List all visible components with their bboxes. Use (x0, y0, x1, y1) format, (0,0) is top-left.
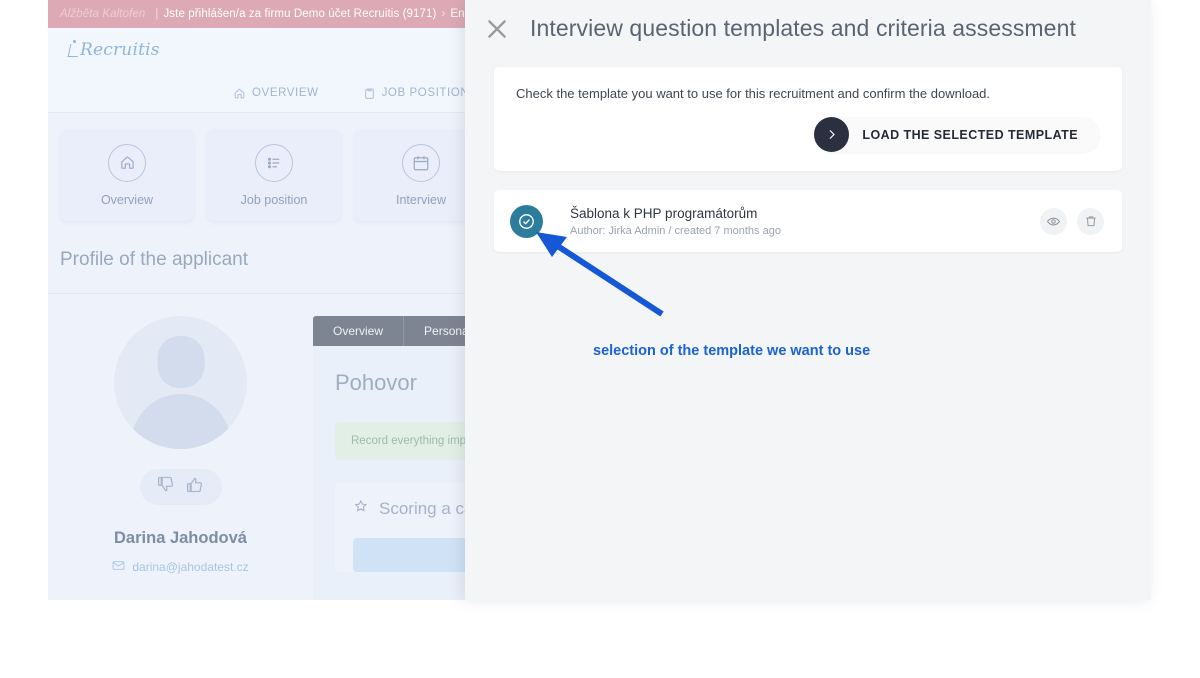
instruction-card: Check the template you want to use for t… (494, 67, 1122, 171)
clipboard-icon (363, 87, 376, 100)
home-icon (108, 143, 146, 182)
nav-item-overview[interactable]: OVERVIEW (233, 86, 319, 100)
avatar-body (130, 394, 231, 449)
tile-job-position[interactable]: Job position (207, 129, 341, 221)
envelope-icon (112, 559, 125, 575)
applicant-email-text: darina@jahodatest.cz (132, 560, 249, 574)
applicant-name: Darina Jahodová (114, 529, 247, 547)
close-icon[interactable] (482, 14, 512, 44)
tile-overview-label: Overview (100, 192, 154, 207)
overlay-body: Check the template you want to use for t… (465, 57, 1151, 252)
app-logo-text: Recruitis (80, 40, 160, 60)
load-selected-template-button[interactable]: LOAD THE SELECTED TEMPLATE (814, 117, 1100, 152)
rating-controls (139, 469, 222, 505)
topbar-username: Alžběta Kaltofen (60, 8, 146, 20)
instruction-text: Check the template you want to use for t… (516, 86, 991, 101)
template-info: Šablona k PHP programátorům Author: Jirk… (570, 206, 1040, 237)
check-circle-icon[interactable] (510, 204, 543, 238)
avatar-head (157, 336, 204, 388)
template-overlay-panel: Interview question templates and criteri… (465, 0, 1151, 600)
annotation-label: selection of the template we want to use (593, 343, 871, 359)
home-icon (233, 87, 246, 100)
overlay-header: Interview question templates and criteri… (465, 0, 1151, 57)
nav-item-overview-label: OVERVIEW (252, 87, 319, 99)
template-name: Šablona k PHP programátorům (570, 205, 758, 221)
profile-left-column: Darina Jahodová darina@jahodatest.cz (48, 316, 313, 600)
tile-interview-label: Interview (395, 192, 447, 207)
calendar-icon (402, 143, 440, 182)
thumbs-up-icon[interactable] (185, 474, 206, 500)
recruitis-logo-icon (68, 40, 79, 57)
tile-overview[interactable]: Overview (60, 129, 194, 221)
topbar-separator: | (155, 8, 159, 20)
tab-overview[interactable]: Overview (313, 316, 405, 346)
eye-icon[interactable] (1040, 207, 1067, 235)
template-actions (1040, 207, 1104, 235)
overlay-title: Interview question templates and criteri… (530, 15, 1076, 41)
template-meta: Author: Jirka Admin / created 7 months a… (570, 224, 781, 237)
nav-item-job-position-label: JOB POSITION (381, 87, 470, 99)
star-icon (353, 498, 370, 520)
thumbs-down-icon[interactable] (156, 474, 177, 500)
chevron-right-icon (814, 117, 850, 152)
list-icon (255, 143, 293, 182)
topbar-login-text: Jste přihlášen/a za firmu Demo účet Recr… (163, 8, 437, 20)
nav-links: OVERVIEW JOB POSITION ⌄ (233, 86, 486, 100)
topbar-chevron: › (441, 8, 446, 20)
tile-job-position-label: Job position (240, 192, 308, 207)
screenshot-root: Alžběta Kaltofen | Jste přihlášen/a za f… (0, 0, 1200, 678)
app-logo[interactable]: Recruitis (68, 40, 160, 60)
load-selected-template-label: LOAD THE SELECTED TEMPLATE (862, 127, 1078, 142)
applicant-email[interactable]: darina@jahodatest.cz (112, 559, 249, 575)
template-row: Šablona k PHP programátorům Author: Jirk… (494, 190, 1122, 252)
load-button-row: LOAD THE SELECTED TEMPLATE (516, 117, 1100, 152)
avatar (114, 316, 247, 449)
trash-icon[interactable] (1077, 207, 1104, 235)
